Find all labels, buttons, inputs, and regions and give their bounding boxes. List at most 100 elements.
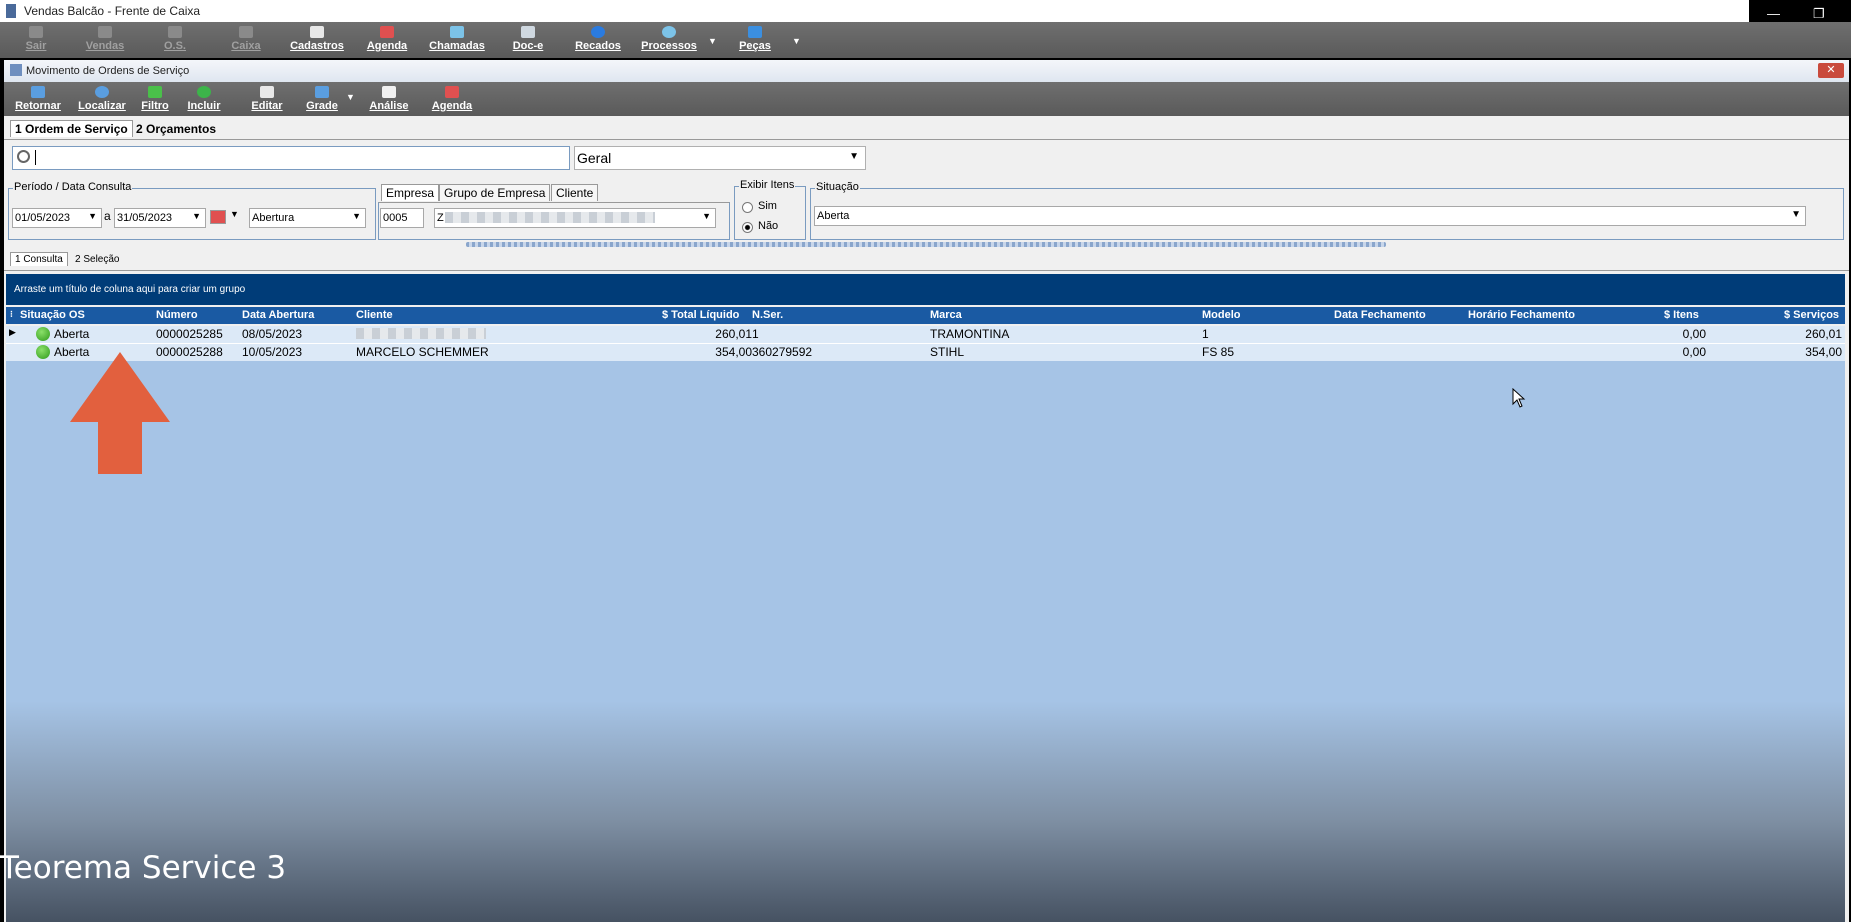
processos-dropdown-icon[interactable]: ▼ [708, 36, 717, 46]
col-modelo[interactable]: Modelo [1202, 309, 1241, 321]
col-cliente[interactable]: Cliente [356, 309, 393, 321]
col-marca[interactable]: Marca [930, 309, 962, 321]
empresa-code-field[interactable]: 0005 [380, 208, 424, 228]
marca-cell: STIHL [930, 345, 965, 359]
inner-title: Movimento de Ordens de Serviço [26, 65, 190, 77]
close-inner-button[interactable]: ✕ [1818, 63, 1844, 78]
col-horario-fechamento[interactable]: Horário Fechamento [1468, 309, 1575, 321]
tab-selecao[interactable]: 2 Seleção [70, 252, 124, 266]
os-button[interactable]: O.S. [160, 24, 190, 52]
radio-sim[interactable] [742, 202, 753, 213]
modelo-cell: FS 85 [1202, 345, 1235, 359]
tab-empresa[interactable]: Empresa [381, 184, 440, 201]
servicos-cell: 260,01 [1805, 327, 1842, 341]
chamadas-button[interactable]: Chamadas [429, 24, 485, 52]
chevron-down-icon: ▼ [849, 151, 859, 162]
tab-ordem-servico[interactable]: 1 Ordem de Serviço [10, 120, 133, 137]
register-icon [310, 26, 324, 38]
empresa-name-select[interactable]: Z ▼ [434, 208, 716, 228]
group-hint: Arraste um título de coluna aqui para cr… [14, 284, 246, 295]
date-from-value: 01/05/2023 [15, 212, 71, 224]
tab-cliente[interactable]: Cliente [551, 184, 599, 201]
date-options-dropdown-icon[interactable]: ▼ [230, 209, 239, 219]
column-selector-icon[interactable]: ⁝ [10, 309, 13, 320]
editar-button[interactable]: Editar [249, 84, 285, 112]
table-row[interactable]: ▶ Aberta 0000025285 08/05/2023 260,01 1 … [6, 326, 1845, 344]
tab-grupo-empresa[interactable]: Grupo de Empresa [439, 184, 551, 201]
tab-divider [4, 139, 1849, 140]
blurred-client-name [356, 328, 486, 339]
search-scope-select[interactable]: Geral ▼ [574, 146, 866, 170]
servicos-cell: 354,00 [1805, 345, 1842, 359]
retornar-button[interactable]: Retornar [12, 84, 64, 112]
window-icon [10, 64, 22, 76]
situacao-value: Aberta [817, 210, 850, 222]
cadastros-button[interactable]: Cadastros [289, 24, 345, 52]
modelo-cell: 1 [1202, 327, 1209, 341]
col-servicos[interactable]: $ Serviços [1784, 309, 1839, 321]
minimize-button[interactable]: — [1767, 6, 1780, 21]
localizar-button[interactable]: Localizar [76, 84, 128, 112]
restore-button[interactable]: ❐ [1813, 6, 1825, 22]
recados-button[interactable]: Recados [573, 24, 623, 52]
cliente-cell: MARCELO SCHEMMER [356, 345, 489, 359]
incluir-button[interactable]: Incluir [184, 84, 224, 112]
col-numero[interactable]: Número [156, 309, 198, 321]
search-input[interactable] [12, 146, 570, 170]
caixa-button[interactable]: Caixa [229, 24, 263, 52]
situacao-caption: Situação [815, 181, 860, 193]
doc-e-button[interactable]: Doc-e [510, 24, 546, 52]
chevron-down-icon: ▼ [1791, 209, 1801, 220]
search-icon [95, 86, 109, 98]
tab-consulta[interactable]: 1 Consulta [10, 252, 68, 266]
col-data-fechamento[interactable]: Data Fechamento [1334, 309, 1426, 321]
exit-icon [29, 26, 43, 38]
grid-header: ⁝ Situação OS Número Data Abertura Clien… [6, 307, 1845, 324]
vendas-button[interactable]: Vendas [82, 24, 128, 52]
col-situacao-os[interactable]: Situação OS [20, 309, 85, 321]
radio-sim-label: Sim [758, 200, 777, 212]
current-row-indicator-icon: ▶ [9, 327, 16, 337]
subtab-divider [4, 270, 1849, 271]
date-from-field[interactable]: 01/05/2023 ▼ [12, 208, 102, 228]
add-icon [197, 86, 211, 98]
pecas-dropdown-icon[interactable]: ▼ [792, 36, 801, 46]
agenda-button[interactable]: Agenda [365, 24, 409, 52]
back-icon [31, 86, 45, 98]
calendar-icon[interactable] [210, 210, 226, 224]
table-row[interactable]: Aberta 0000025288 10/05/2023 MARCELO SCH… [6, 344, 1845, 362]
cash-register-icon [239, 26, 253, 38]
pecas-button[interactable]: Peças [735, 24, 775, 52]
text-cursor [35, 150, 36, 165]
empresa-name-value: Z [437, 212, 444, 224]
group-by-panel[interactable]: Arraste um título de coluna aqui para cr… [6, 274, 1845, 305]
sair-button[interactable]: Sair [22, 24, 50, 52]
nser-cell: 360279592 [752, 345, 813, 359]
edit-icon [260, 86, 274, 98]
processos-button[interactable]: Processos [640, 24, 698, 52]
situacao-select[interactable]: Aberta ▼ [814, 206, 1806, 226]
col-total-liquido[interactable]: $ Total Líquido [662, 309, 739, 321]
date-to-value: 31/05/2023 [117, 212, 173, 224]
radio-nao[interactable] [742, 222, 753, 233]
tools-icon [168, 26, 182, 38]
itens-cell: 0,00 [1682, 345, 1706, 359]
date-type-select[interactable]: Abertura ▼ [249, 208, 366, 228]
col-nser[interactable]: N.Ser. [752, 309, 783, 321]
chevron-down-icon: ▼ [352, 211, 361, 221]
tab-orcamentos[interactable]: 2 Orçamentos [131, 120, 221, 137]
analise-button[interactable]: Análise [367, 84, 411, 112]
grade-dropdown-icon[interactable]: ▼ [346, 92, 355, 102]
col-data-abertura[interactable]: Data Abertura [242, 309, 314, 321]
search-scope-value: Geral [577, 150, 612, 166]
col-itens[interactable]: $ Itens [1664, 309, 1699, 321]
filtro-button[interactable]: Filtro [138, 84, 172, 112]
marca-cell: TRAMONTINA [930, 327, 1010, 341]
date-to-field[interactable]: 31/05/2023 ▼ [114, 208, 206, 228]
agenda-inner-button[interactable]: Agenda [430, 84, 474, 112]
grade-button[interactable]: Grade [304, 84, 340, 112]
grid-empty-area[interactable] [6, 361, 1845, 922]
watermark-text: Teorema Service 3 [0, 850, 287, 886]
panel-splitter[interactable] [466, 242, 1386, 247]
periodo-caption: Período / Data Consulta [13, 181, 133, 193]
